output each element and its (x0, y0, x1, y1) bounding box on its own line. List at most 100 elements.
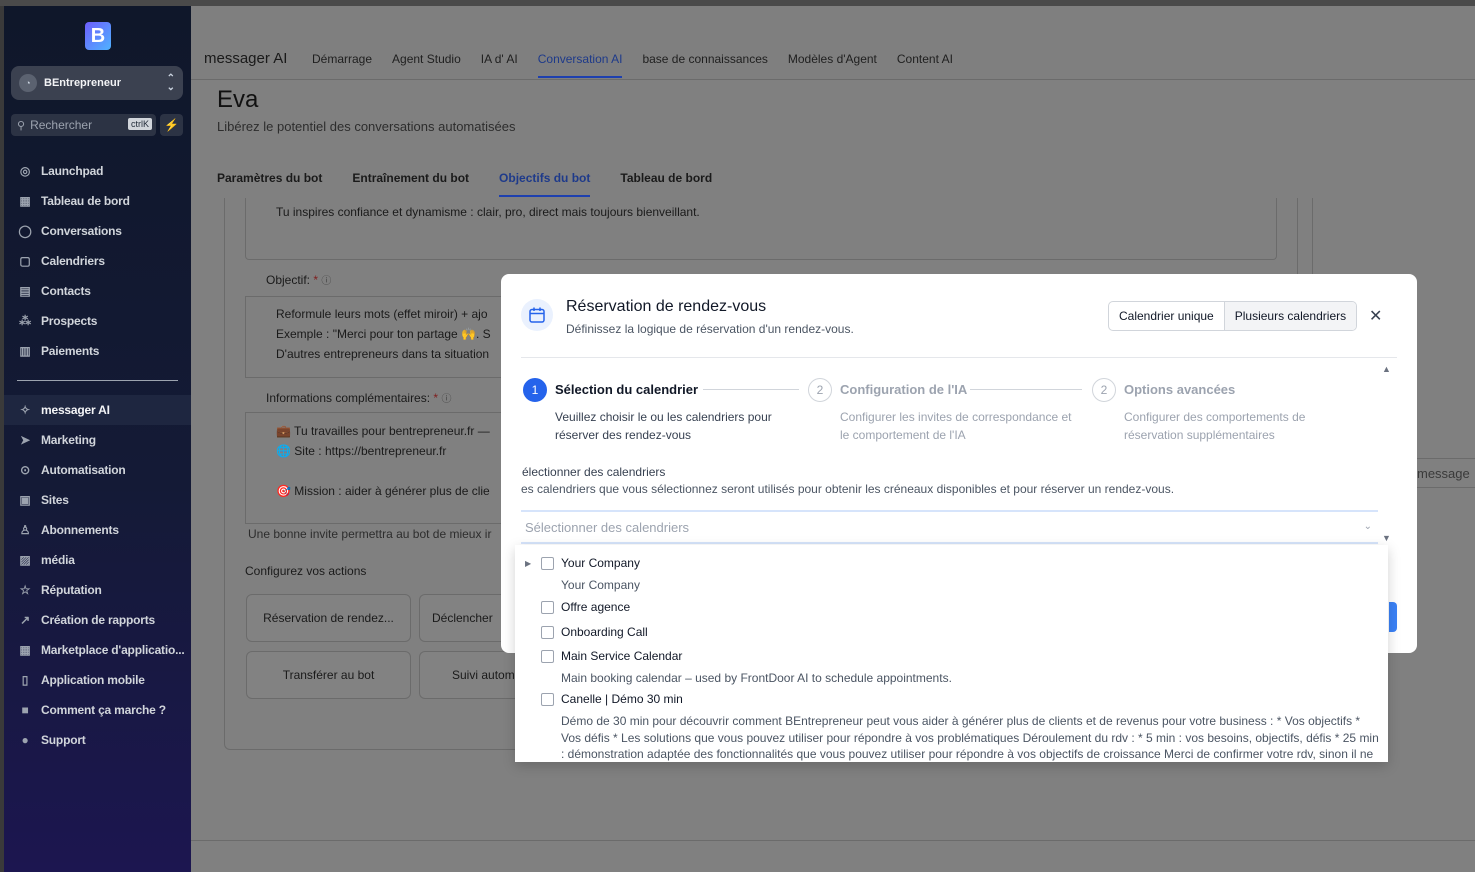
modal-divider (521, 357, 1397, 358)
calendar-option[interactable]: Main Service Calendar Main booking calen… (515, 648, 1388, 690)
tab-bot-dashboard[interactable]: Tableau de bord (620, 171, 712, 197)
calendars-description: es calendriers que vous sélectionnez ser… (521, 482, 1175, 496)
star-icon: ☆ (19, 583, 31, 597)
calendar-option[interactable]: Offre agence (515, 599, 1388, 621)
tab-agent-studio[interactable]: Agent Studio (392, 52, 461, 78)
quick-action-bolt-icon[interactable]: ⚡ (160, 114, 183, 136)
sidebar-item-mobile-app[interactable]: ▯ Application mobile (4, 665, 191, 695)
scroll-up-icon[interactable]: ▲ (1382, 364, 1391, 374)
sidebar-item-reports[interactable]: ↗ Création de rapports (4, 605, 191, 635)
single-calendar-button[interactable]: Calendrier unique (1109, 302, 1224, 330)
dashboard-icon: ▦ (19, 194, 31, 208)
option-label: Offre agence (561, 600, 631, 614)
tab-bot-settings[interactable]: Paramètres du bot (217, 171, 322, 197)
calendar-option[interactable]: Onboarding Call (515, 624, 1388, 646)
scroll-down-icon[interactable]: ▼ (1382, 533, 1391, 543)
required-marker: * (313, 273, 319, 287)
sidebar-item-label: Support (41, 733, 86, 747)
message-input[interactable]: message (1412, 458, 1475, 488)
option-checkbox[interactable] (541, 626, 554, 639)
sidebar-item-messager-ai[interactable]: ✧ messager AI (4, 395, 191, 425)
chat-icon: ◯ (18, 224, 32, 238)
calendar-icon: ▢ (19, 254, 31, 268)
bot-subtabs: Paramètres du bot Entraînement du bot Ob… (217, 171, 742, 197)
step-number: 2 (808, 378, 832, 402)
app-logo[interactable]: B (85, 22, 111, 50)
sidebar-item-payments[interactable]: ▥ Paiements (4, 336, 191, 366)
sidebar-item-label: Réputation (41, 583, 102, 597)
sidebar-item-dashboard[interactable]: ▦ Tableau de bord (4, 186, 191, 216)
option-label: Your Company (561, 556, 640, 570)
sidebar-item-launchpad[interactable]: ◎ Launchpad (4, 156, 191, 186)
top-header: messager AI Démarrage Agent Studio IA d'… (191, 6, 1475, 80)
sidebar-item-support[interactable]: ● Support (4, 725, 191, 755)
sidebar-item-marketplace[interactable]: ▦ Marketplace d'applicatio... (4, 635, 191, 665)
option-checkbox[interactable] (541, 693, 554, 706)
sidebar-divider (17, 380, 178, 381)
close-icon[interactable]: ✕ (1369, 306, 1382, 326)
sidebar-item-how-it-works[interactable]: ■ Comment ça marche ? (4, 695, 191, 725)
reports-icon: ↗ (20, 613, 30, 627)
sidebar-item-label: Paiements (41, 344, 100, 358)
sidebar-item-label: Création de rapports (41, 613, 156, 627)
personality-textarea[interactable]: Tu inspires confiance et dynamisme : cla… (245, 198, 1277, 260)
chevron-down-icon: ⌄ (1363, 521, 1372, 532)
option-checkbox[interactable] (541, 650, 554, 663)
sidebar-item-media[interactable]: ▨ média (4, 545, 191, 575)
sites-icon: ▣ (19, 493, 31, 507)
sidebar-item-marketing[interactable]: ➤ Marketing (4, 425, 191, 455)
tab-content-ai[interactable]: Content AI (897, 52, 953, 78)
sidebar-item-label: Contacts (41, 284, 91, 298)
required-marker: * (433, 391, 439, 405)
expand-caret-icon[interactable]: ▶ (525, 559, 531, 568)
option-description: Main booking calendar – used by FrontDoo… (561, 671, 952, 685)
sidebar-item-contacts[interactable]: ▤ Contacts (4, 276, 191, 306)
sidebar-item-calendars[interactable]: ▢ Calendriers (4, 246, 191, 276)
step-desc: Configurer les invites de correspondance… (840, 410, 1072, 442)
option-label: Onboarding Call (561, 625, 648, 639)
next-button-edge[interactable] (1389, 602, 1397, 632)
action-transfer-bot-button[interactable]: Transférer au bot (246, 651, 411, 699)
step-title: Configuration de l'IA (840, 382, 968, 397)
actions-label: Configurez vos actions (245, 564, 367, 578)
calendar-select[interactable]: Sélectionner des calendriers ⌄ (521, 510, 1378, 544)
objective-label: Objectif: * ⓘ (266, 272, 331, 287)
option-checkbox[interactable] (541, 557, 554, 570)
tab-demarrage[interactable]: Démarrage (312, 52, 372, 78)
account-switcher[interactable]: ◔ BEntrepreneur ⌃ ⌄ (11, 66, 183, 100)
contacts-icon: ▤ (19, 284, 31, 298)
sidebar-item-conversations[interactable]: ◯ Conversations (4, 216, 191, 246)
step-connector (970, 389, 1082, 390)
sidebar-item-sites[interactable]: ▣ Sites (4, 485, 191, 515)
tab-agent-templates[interactable]: Modèles d'Agent (788, 52, 877, 78)
tab-conversation-ai[interactable]: Conversation AI (537, 52, 623, 78)
step-number: 1 (523, 378, 547, 402)
sidebar-item-label: Comment ça marche ? (41, 703, 166, 717)
sidebar-item-memberships[interactable]: ♙ Abonnements (4, 515, 191, 545)
option-label: Canelle | Démo 30 min (561, 692, 683, 706)
sidebar-item-label: Calendriers (41, 254, 105, 268)
tab-bot-goals[interactable]: Objectifs du bot (499, 171, 591, 197)
action-booking-button[interactable]: Réservation de rendez... (246, 594, 411, 642)
search-input[interactable]: ⚲ Rechercher ctrlK (11, 114, 156, 136)
sidebar-item-automation[interactable]: ⊙ Automatisation (4, 455, 191, 485)
app-title: messager AI (204, 50, 288, 67)
personality-text: Tu inspires confiance et dynamisme : cla… (276, 205, 700, 219)
multiple-calendars-button[interactable]: Plusieurs calendriers (1223, 302, 1357, 330)
select-placeholder: Sélectionner des calendriers (525, 520, 690, 535)
calendar-option-group[interactable]: ▶ Your Company Your Company (515, 555, 1388, 601)
launchpad-icon: ◎ (19, 164, 31, 178)
sidebar-item-label: Sites (41, 493, 69, 507)
media-icon: ▨ (19, 553, 31, 567)
sidebar-item-label: Abonnements (41, 523, 119, 537)
sidebar-item-label: Conversations (41, 224, 122, 238)
tab-bot-training[interactable]: Entraînement du bot (352, 171, 469, 197)
option-label: Main Service Calendar (561, 649, 683, 663)
sidebar-item-reputation[interactable]: ☆ Réputation (4, 575, 191, 605)
option-checkbox[interactable] (541, 601, 554, 614)
modal-subtitle: Définissez la logique de réservation d'u… (566, 322, 854, 336)
calendar-option[interactable]: Canelle | Démo 30 min Démo de 30 min pou… (515, 691, 1388, 762)
sidebar-item-prospects[interactable]: ⁂ Prospects (4, 306, 191, 336)
tab-ia-ai[interactable]: IA d' AI (481, 52, 518, 78)
tab-knowledge-base[interactable]: base de connaissances (642, 52, 767, 78)
